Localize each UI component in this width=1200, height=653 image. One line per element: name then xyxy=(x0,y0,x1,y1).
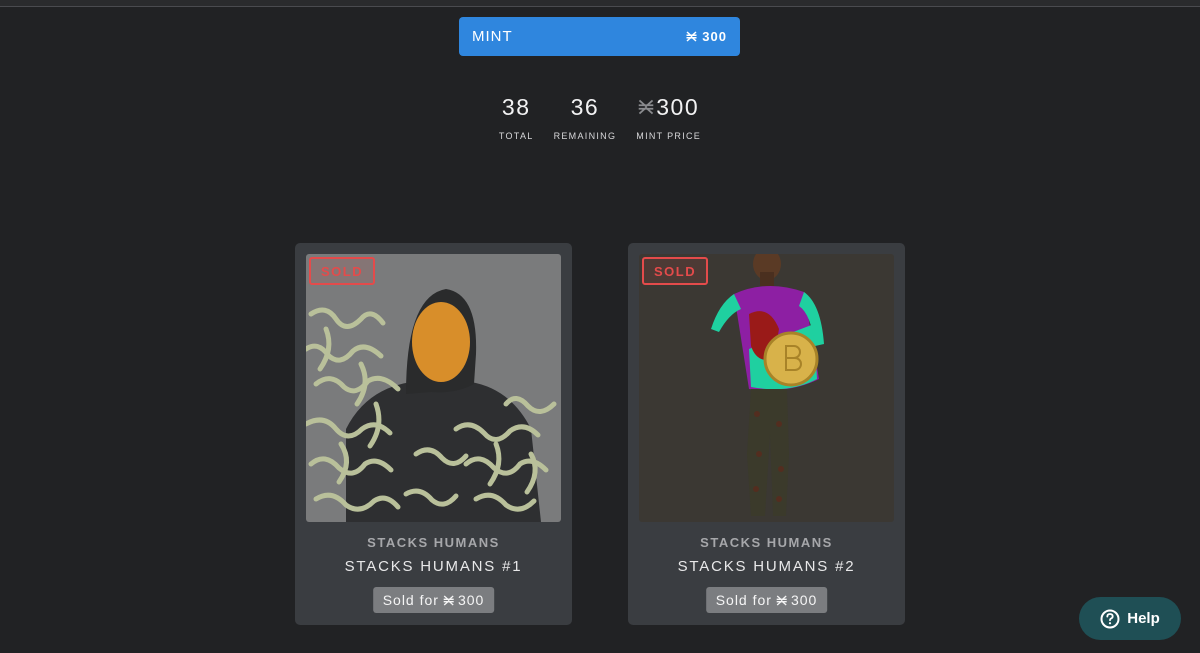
stat-total-value: 38 xyxy=(501,93,531,120)
stat-total-label: TOTAL xyxy=(498,131,534,141)
sold-price-prefix: Sold for xyxy=(715,592,772,608)
sold-badge: SOLD xyxy=(309,257,376,285)
stat-mint-price: 300 MINT PRICE xyxy=(636,92,702,142)
mint-price-amount: 300 xyxy=(656,93,700,120)
stat-mint-price-value: 300 xyxy=(638,92,699,122)
stat-remaining-label: REMAINING xyxy=(553,131,617,141)
mint-stats: 38 TOTAL 36 REMAINING 300 MINT PRICE xyxy=(0,92,1200,142)
help-button[interactable]: Help xyxy=(1079,597,1181,640)
nft-card[interactable]: SOLD STACKS HUMANS STACKS HUMANS #1 Sold… xyxy=(295,243,572,625)
collection-name: STACKS HUMANS xyxy=(700,535,833,550)
mint-button-label: MINT xyxy=(472,28,513,45)
sold-price-tag: Sold for 300 xyxy=(372,587,495,613)
nft-name[interactable]: STACKS HUMANS #2 xyxy=(628,558,905,575)
nft-artwork-hooded-figure xyxy=(306,254,561,522)
stat-remaining: 36 REMAINING xyxy=(553,92,617,142)
stx-icon xyxy=(686,31,697,42)
sold-badge: SOLD xyxy=(642,257,709,285)
nft-name[interactable]: STACKS HUMANS #1 xyxy=(295,558,572,575)
question-circle-icon xyxy=(1100,609,1120,628)
sold-price-prefix: Sold for xyxy=(382,592,439,608)
stat-mint-price-label: MINT PRICE xyxy=(636,131,702,141)
mint-button-price: 300 xyxy=(686,29,727,44)
nft-image[interactable]: SOLD xyxy=(639,254,894,522)
stx-icon xyxy=(776,595,787,605)
help-label: Help xyxy=(1127,610,1160,627)
stx-icon xyxy=(443,595,454,605)
stat-total: 38 TOTAL xyxy=(498,92,534,142)
mint-button[interactable]: MINT 300 xyxy=(459,17,740,56)
sold-price-tag: Sold for 300 xyxy=(705,587,828,613)
collection-name: STACKS HUMANS xyxy=(367,535,500,550)
nft-card[interactable]: SOLD STACKS HUMANS STACKS HUMANS #2 Sold… xyxy=(628,243,905,625)
browser-top-edge xyxy=(0,0,1200,7)
sold-price-value: 300 xyxy=(790,592,818,608)
nft-image[interactable]: SOLD xyxy=(306,254,561,522)
mint-price-value: 300 xyxy=(702,29,727,44)
nft-artwork-figure-with-coin xyxy=(639,254,894,522)
sold-price-value: 300 xyxy=(457,592,485,608)
stx-icon xyxy=(638,99,654,115)
stat-remaining-value: 36 xyxy=(570,93,600,120)
